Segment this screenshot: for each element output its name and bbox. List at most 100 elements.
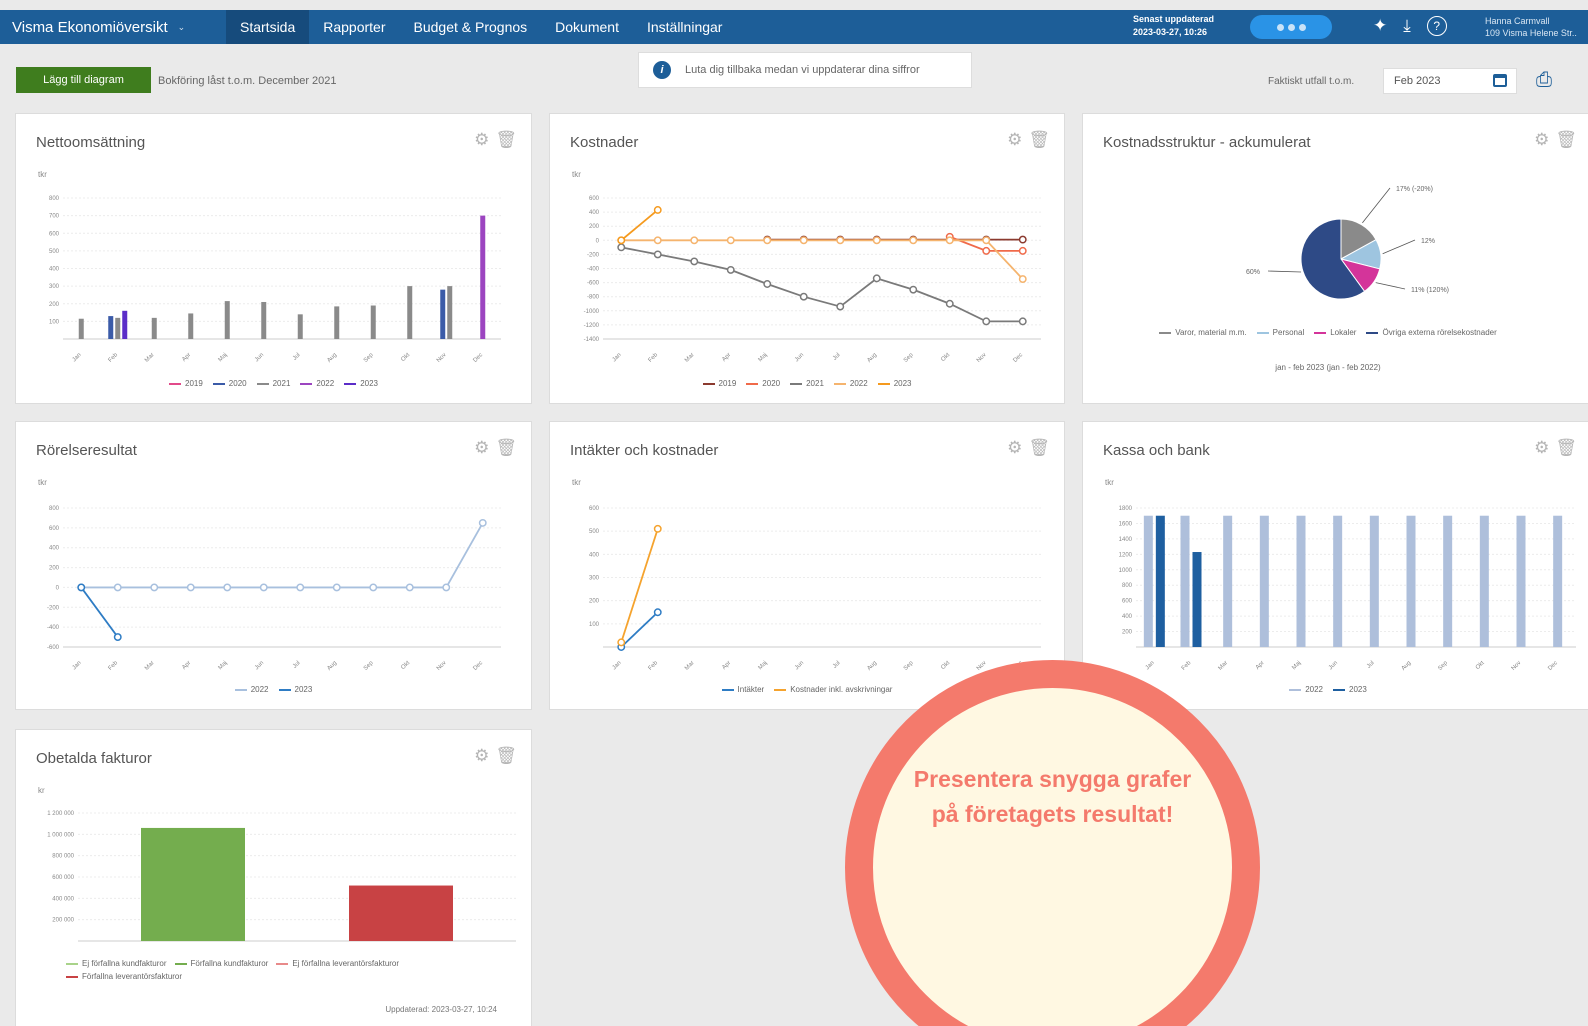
user-menu[interactable]: Hanna Carmvall 109 Visma Helene Str.. xyxy=(1485,15,1577,39)
x-tick-label: Feb xyxy=(108,660,120,672)
chart-kostnadsstruktur: 17% (-20%) 12% 11% (120%) 60% xyxy=(1246,186,1449,300)
x-tick-label: Aug xyxy=(866,352,878,364)
pie-label: 60% xyxy=(1246,269,1260,276)
tab-budget-prognos[interactable]: Budget & Prognos xyxy=(400,10,542,44)
x-tick-label: Mar xyxy=(1218,660,1230,672)
data-point xyxy=(799,292,808,301)
y-tick-label: 400 xyxy=(589,210,600,216)
bar xyxy=(1369,515,1379,647)
bar xyxy=(1296,515,1306,647)
series-line xyxy=(80,586,119,638)
pie-leader xyxy=(1362,187,1391,224)
legend-item[interactable]: 2022 xyxy=(833,379,868,388)
legend-item[interactable]: 2022 xyxy=(234,685,269,694)
x-tick-label: Mar xyxy=(684,352,696,364)
legend-item[interactable]: 2022 xyxy=(1289,685,1323,694)
download-icon[interactable]: ⤓ xyxy=(1403,16,1411,36)
legend-item[interactable]: 2021 xyxy=(256,379,290,388)
x-tick-label: Jul xyxy=(292,352,302,362)
x-tick-label: Mar xyxy=(144,660,156,672)
x-tick-label: Dec xyxy=(472,660,484,672)
legend-label: 2022 xyxy=(849,379,868,388)
chart-kassa-bank: 200 400 600 800 1000 1200 1400 1600 1800 Jan Feb Ma… xyxy=(1119,506,1576,672)
legend-item[interactable]: 2020 xyxy=(746,379,780,388)
legend-swatch xyxy=(66,962,78,965)
data-point xyxy=(113,583,122,592)
legend-item[interactable]: 2023 xyxy=(877,379,911,388)
legend-item[interactable]: 2021 xyxy=(790,379,824,388)
x-tick-label: Apr xyxy=(1255,660,1266,671)
legend-item[interactable]: Intäkter xyxy=(721,685,764,694)
legend-item[interactable]: Kostnader inkl. avskrivningar xyxy=(774,685,892,694)
legend-label: Övriga externa rörelsekostnader xyxy=(1382,328,1497,337)
legend-item[interactable]: Förfallna kundfakturor xyxy=(174,959,268,968)
legend-swatch xyxy=(174,962,187,965)
legend-label: Lokaler xyxy=(1330,328,1357,337)
legend-item[interactable]: Personal xyxy=(1256,328,1305,337)
calendar-icon[interactable] xyxy=(1493,74,1507,87)
x-tick-label: Apr xyxy=(721,352,732,363)
legend-swatch xyxy=(877,382,890,385)
legend-swatch xyxy=(1314,331,1327,334)
bar xyxy=(108,316,114,339)
chart-legend: Ej förfallna kundfakturor Förfallna kundf… xyxy=(66,959,516,981)
y-tick-label: -400 xyxy=(587,267,600,273)
legend-item[interactable]: Varor, material m.m. xyxy=(1159,328,1247,337)
legend-item[interactable]: Ej förfallna kundfakturor xyxy=(66,959,167,968)
legend-item[interactable]: 2023 xyxy=(278,685,312,694)
x-tick-label: Maj xyxy=(758,352,769,363)
y-tick-label: -1000 xyxy=(584,309,600,315)
legend-label: 2022 xyxy=(1305,685,1323,694)
legend-item[interactable]: 2020 xyxy=(212,379,247,388)
sync-icon[interactable]: ✦ xyxy=(1373,16,1387,36)
legend-label: 2022 xyxy=(316,379,335,388)
legend-item[interactable]: 2023 xyxy=(1333,685,1367,694)
legend-swatch xyxy=(1256,331,1269,334)
y-tick-label: 600 xyxy=(49,231,60,237)
sync-progress-indicator xyxy=(1250,15,1332,39)
legend-item[interactable]: Ej förfallna leverantörsfakturor xyxy=(276,959,399,968)
data-point xyxy=(369,583,378,592)
y-tick-label: 600 000 xyxy=(52,875,74,881)
x-tick-label: Jan xyxy=(612,660,623,671)
tab-startsida[interactable]: Startsida xyxy=(226,10,310,44)
legend-item[interactable]: Övriga externa rörelsekostnader xyxy=(1366,328,1497,337)
bar xyxy=(480,215,486,339)
legend-item[interactable]: Lokaler xyxy=(1314,328,1356,337)
x-tick-label: Jul xyxy=(292,660,302,670)
y-tick-label: 1200 xyxy=(1119,552,1133,558)
data-point xyxy=(653,206,662,214)
data-point xyxy=(763,280,772,288)
app-switcher[interactable]: Visma Ekonomiöversikt ⌄ xyxy=(0,10,226,44)
x-tick-label: Aug xyxy=(326,660,338,672)
tab-dokument[interactable]: Dokument xyxy=(541,10,633,44)
last-updated: Senast uppdaterad 2023-03-27, 10:26 xyxy=(1133,13,1214,39)
legend-label: Ej förfallna kundfakturor xyxy=(82,959,167,968)
legend-item[interactable]: 2023 xyxy=(344,379,378,388)
add-chart-button[interactable]: Lägg till diagram xyxy=(16,67,151,93)
card-nettoomsattning: Nettoomsättning ⚙ 🗑 tkr 100 200 300 400 500 60… xyxy=(15,113,532,404)
tab-rapporter[interactable]: Rapporter xyxy=(309,10,399,44)
legend-item[interactable]: 2019 xyxy=(169,379,203,388)
legend-label: Personal xyxy=(1272,328,1305,337)
legend-swatch xyxy=(746,382,759,385)
legend-swatch xyxy=(1159,331,1172,334)
legend-item[interactable]: Förfallna leverantörsfakturor xyxy=(66,972,182,981)
y-tick-label: -800 xyxy=(587,295,600,301)
data-point xyxy=(617,638,626,647)
tab-installningar[interactable]: Inställningar xyxy=(633,10,737,44)
x-tick-label: Jan xyxy=(1145,660,1156,671)
data-point xyxy=(223,583,232,592)
data-point xyxy=(113,633,122,642)
top-nav: Visma Ekonomiöversikt ⌄ Startsida Rappor… xyxy=(0,0,1588,55)
print-icon[interactable]: ⎙ xyxy=(1536,69,1552,92)
y-tick-label: 400 xyxy=(589,552,600,558)
help-icon[interactable]: ? xyxy=(1426,16,1447,36)
y-tick-label: 200 xyxy=(589,599,600,605)
legend-item[interactable]: 2022 xyxy=(300,379,334,388)
x-tick-label: Jun xyxy=(794,660,805,671)
data-point xyxy=(617,236,626,245)
x-tick-label: Okt xyxy=(400,352,411,363)
legend-item[interactable]: 2019 xyxy=(702,379,736,388)
y-tick-label: 1000 xyxy=(1119,568,1133,574)
